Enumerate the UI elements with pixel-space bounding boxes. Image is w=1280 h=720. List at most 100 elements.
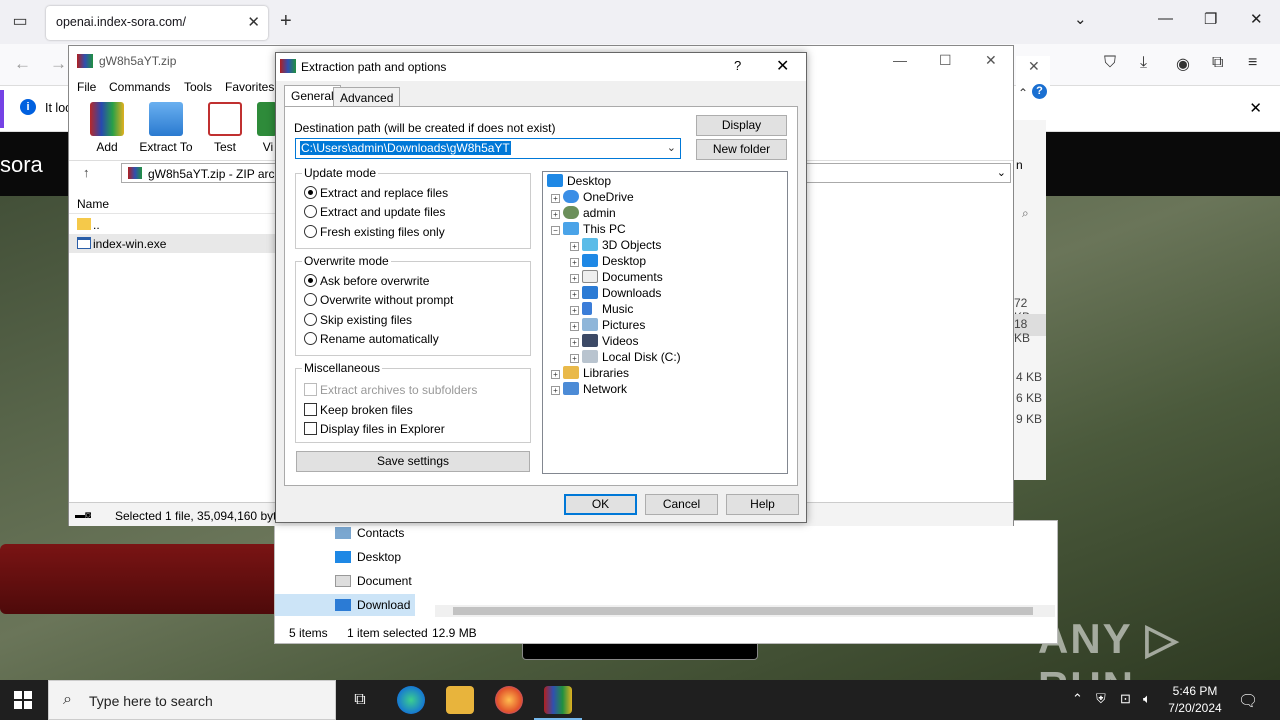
- help-icon[interactable]: ?: [1032, 84, 1047, 99]
- clock[interactable]: 5:46 PM 7/20/2024: [1162, 683, 1228, 717]
- tree-node-3d-objects[interactable]: +3D Objects: [570, 238, 661, 254]
- expand-icon[interactable]: +: [551, 386, 560, 395]
- tree-node-network[interactable]: + Network: [551, 382, 627, 398]
- tree-node-admin[interactable]: + admin: [551, 206, 616, 222]
- ok-button[interactable]: OK: [564, 494, 637, 515]
- expand-icon[interactable]: +: [570, 258, 579, 267]
- close-icon[interactable]: ✕: [1028, 58, 1040, 75]
- close-icon[interactable]: ✕: [985, 52, 997, 69]
- nav-item-documents[interactable]: Document: [335, 574, 412, 588]
- save-settings-button[interactable]: Save settings: [296, 451, 530, 472]
- expand-icon[interactable]: +: [570, 354, 579, 363]
- checkbox-keep-broken-files[interactable]: Keep broken files: [304, 403, 413, 419]
- file-explorer-icon[interactable]: [446, 686, 474, 714]
- minimize-icon[interactable]: —: [1158, 10, 1173, 27]
- tree-node-music[interactable]: + Music: [570, 302, 633, 318]
- new-tab-icon[interactable]: +: [280, 10, 292, 33]
- checkbox[interactable]: [304, 403, 317, 416]
- tree-node-libraries[interactable]: + Libraries: [551, 366, 629, 382]
- expand-icon[interactable]: +: [551, 210, 560, 219]
- add-button[interactable]: Add: [77, 102, 137, 154]
- account-icon[interactable]: ◉: [1176, 54, 1190, 74]
- expand-icon[interactable]: +: [570, 274, 579, 283]
- destination-path-combobox[interactable]: C:\Users\admin\Downloads\gW8h5aYT ⌄: [295, 138, 681, 159]
- file-row-index-win-exe[interactable]: index-win.exe: [69, 234, 275, 253]
- view-button[interactable]: Vi: [247, 102, 277, 154]
- list-all-tabs-icon[interactable]: ▭: [8, 10, 32, 34]
- expand-icon[interactable]: +: [570, 290, 579, 299]
- site-logo[interactable]: sora: [0, 152, 43, 178]
- radio-ask-before-overwrite[interactable]: Ask before overwrite: [304, 274, 429, 290]
- scroll-thumb[interactable]: [453, 607, 1033, 615]
- new-folder-button[interactable]: New folder: [696, 139, 787, 160]
- volume-icon[interactable]: 🔈︎: [1143, 691, 1151, 707]
- checkbox-display-in-explorer[interactable]: Display files in Explorer: [304, 422, 445, 438]
- forward-icon[interactable]: →: [50, 54, 67, 74]
- horizontal-scrollbar[interactable]: [435, 605, 1055, 617]
- menu-favorites[interactable]: Favorites: [225, 80, 274, 94]
- windows-start-icon[interactable]: [14, 691, 32, 709]
- maximize-icon[interactable]: ☐: [939, 52, 952, 69]
- nav-item-downloads[interactable]: Download: [335, 598, 410, 612]
- tree-node-videos[interactable]: + Videos: [570, 334, 638, 350]
- tree-node-documents[interactable]: + Documents: [570, 270, 663, 286]
- chevron-up-icon[interactable]: ⌃: [1018, 86, 1028, 100]
- show-hidden-icons-chevron[interactable]: ⌃: [1072, 691, 1083, 707]
- close-window-icon[interactable]: ✕: [1250, 10, 1263, 28]
- close-tab-icon[interactable]: ✕: [247, 13, 260, 31]
- downloads-icon[interactable]: ⤓: [1140, 54, 1147, 72]
- expand-icon[interactable]: +: [570, 306, 579, 315]
- nav-item-desktop[interactable]: Desktop: [335, 550, 401, 564]
- radio-extract-update[interactable]: Extract and update files: [304, 205, 445, 221]
- folder-tree[interactable]: Desktop + OneDrive + admin − This PC +3D Ob…: [542, 171, 788, 474]
- menu-tools[interactable]: Tools: [184, 80, 212, 94]
- radio-extract-replace[interactable]: Extract and replace files: [304, 186, 448, 202]
- expand-icon[interactable]: +: [570, 322, 579, 331]
- extract-to-button[interactable]: Extract To: [136, 102, 196, 154]
- radio-unchecked[interactable]: [304, 293, 317, 306]
- close-notification-icon[interactable]: ✕: [1249, 99, 1262, 117]
- help-button[interactable]: Help: [726, 494, 799, 515]
- taskbar-search-box[interactable]: ⌕ Type here to search: [48, 680, 336, 720]
- test-button[interactable]: Test: [195, 102, 255, 154]
- restore-icon[interactable]: ❐: [1204, 10, 1217, 28]
- cancel-button[interactable]: Cancel: [645, 494, 718, 515]
- firefox-icon[interactable]: [495, 686, 523, 714]
- checkbox[interactable]: [304, 422, 317, 435]
- help-icon[interactable]: ?: [734, 58, 741, 73]
- back-icon[interactable]: ←: [14, 54, 31, 74]
- chevron-down-icon[interactable]: ⌄: [667, 141, 676, 154]
- radio-unchecked[interactable]: [304, 332, 317, 345]
- browser-tab[interactable]: openai.index-sora.com/ ✕: [46, 6, 268, 40]
- defender-icon[interactable]: ⛨: [1096, 691, 1106, 707]
- edge-icon[interactable]: [397, 686, 425, 714]
- column-header-name[interactable]: Name: [69, 192, 275, 214]
- display-button[interactable]: Display: [696, 115, 787, 136]
- expand-icon[interactable]: +: [570, 338, 579, 347]
- tree-node-downloads[interactable]: + Downloads: [570, 286, 661, 302]
- radio-unchecked[interactable]: [304, 313, 317, 326]
- radio-overwrite-without-prompt[interactable]: Overwrite without prompt: [304, 293, 453, 309]
- network-icon[interactable]: ⊡: [1120, 691, 1131, 707]
- pocket-icon[interactable]: ⛉: [1104, 54, 1116, 72]
- menu-icon[interactable]: ≡: [1248, 54, 1257, 72]
- radio-skip-existing[interactable]: Skip existing files: [304, 313, 412, 329]
- radio-checked[interactable]: [304, 274, 317, 287]
- tree-node-desktop[interactable]: Desktop: [547, 174, 611, 190]
- minimize-icon[interactable]: —: [893, 52, 907, 68]
- extensions-icon[interactable]: ⧉: [1212, 54, 1223, 72]
- tab-overflow-chevron-icon[interactable]: ⌄: [1074, 10, 1087, 28]
- radio-rename-automatically[interactable]: Rename automatically: [304, 332, 439, 348]
- tree-node-this-pc[interactable]: − This PC: [551, 222, 626, 238]
- tree-node-desktop-pc[interactable]: + Desktop: [570, 254, 646, 270]
- destination-path-value[interactable]: C:\Users\admin\Downloads\gW8h5aYT: [300, 141, 511, 155]
- task-view-icon[interactable]: ⧉: [346, 686, 374, 714]
- radio-fresh-existing[interactable]: Fresh existing files only: [304, 225, 445, 241]
- tree-node-local-disk[interactable]: + Local Disk (C:): [570, 350, 681, 366]
- file-row-parent[interactable]: ..: [69, 215, 275, 234]
- up-arrow-icon[interactable]: ↑: [83, 165, 90, 180]
- tree-node-pictures[interactable]: + Pictures: [570, 318, 645, 334]
- nav-item-contacts[interactable]: Contacts: [335, 526, 404, 540]
- expand-icon[interactable]: +: [551, 194, 560, 203]
- expand-icon[interactable]: +: [570, 242, 579, 251]
